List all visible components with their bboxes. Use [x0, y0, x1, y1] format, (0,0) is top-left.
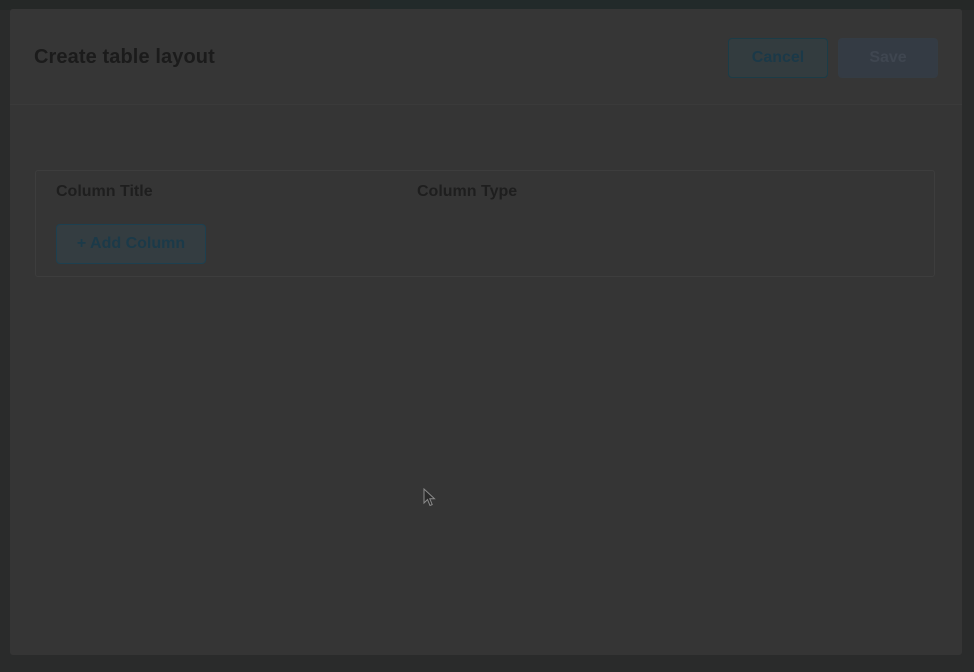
add-column-button[interactable]: + Add Column	[56, 224, 206, 264]
column-title-header: Column Title	[56, 183, 153, 200]
save-button[interactable]: Save	[838, 38, 938, 78]
column-type-header: Column Type	[417, 183, 518, 200]
mouse-pointer-icon	[423, 488, 436, 507]
cancel-button[interactable]: Cancel	[728, 38, 828, 78]
columns-panel: Column Title Column Type + Add Column	[35, 170, 935, 277]
create-table-layout-modal: Create table layout Cancel Save Column T…	[10, 9, 962, 655]
modal-title: Create table layout	[34, 46, 215, 68]
modal-header: Create table layout Cancel Save	[10, 9, 962, 105]
